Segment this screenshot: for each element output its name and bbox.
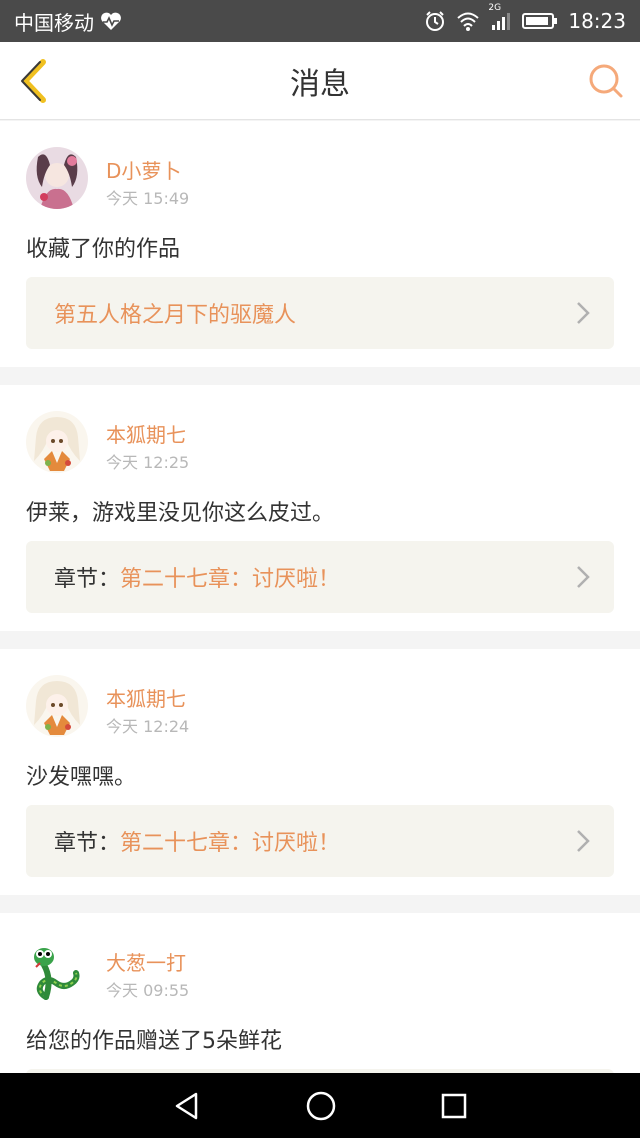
avatar[interactable] xyxy=(26,147,88,209)
work-title: 第五人格之月下的驱魔人 xyxy=(54,303,297,328)
avatar[interactable] xyxy=(26,675,88,737)
chapter-prefix: 章节： xyxy=(54,831,121,856)
username[interactable]: 本狐期七 xyxy=(106,419,186,448)
message-text: 沙发嘿嘿。 xyxy=(26,765,137,790)
home-circle-icon[interactable] xyxy=(305,1090,337,1122)
chapter-prefix: 章节： xyxy=(54,567,121,592)
message-text: 伊莱，游戏里没见你这么皮过。 xyxy=(26,501,335,526)
username[interactable]: 本狐期七 xyxy=(106,683,186,712)
message-card: 本狐期七 今天 12:24 沙发嘿嘿。 章节： 第二十七章：讨厌啦！ xyxy=(0,649,640,895)
message-text: 收藏了你的作品 xyxy=(26,237,181,262)
recents-square-icon[interactable] xyxy=(440,1092,468,1120)
heart-rate-icon xyxy=(100,11,122,31)
message-card: 本狐期七 今天 12:25 伊莱，游戏里没见你这么皮过。 章节： 第二十七章：讨… xyxy=(0,385,640,631)
battery-icon xyxy=(522,12,558,30)
message-card: D小萝卜 今天 15:49 收藏了你的作品 第五人格之月下的驱魔人 xyxy=(0,121,640,367)
signal-icon: 2G xyxy=(488,3,512,31)
system-nav-bar xyxy=(0,1073,640,1138)
chevron-right-icon xyxy=(577,302,590,324)
timestamp: 今天 15:49 xyxy=(106,189,190,208)
work-link[interactable]: 第五人格之月下的驱魔人 xyxy=(26,277,614,349)
message-card: 大葱一打 今天 09:55 给您的作品赠送了5朵鲜花 xyxy=(0,913,640,1073)
timestamp: 今天 09:55 xyxy=(106,981,190,1000)
message-text: 给您的作品赠送了5朵鲜花 xyxy=(26,1029,282,1054)
timestamp: 今天 12:24 xyxy=(106,717,190,736)
clock-label: 18:23 xyxy=(568,9,626,33)
username[interactable]: 大葱一打 xyxy=(106,947,186,976)
chevron-right-icon xyxy=(577,566,590,588)
page-title: 消息 xyxy=(290,67,350,102)
search-button[interactable] xyxy=(586,61,626,101)
search-icon xyxy=(589,64,623,98)
alarm-icon xyxy=(424,10,446,32)
avatar[interactable] xyxy=(26,411,88,473)
timestamp: 今天 12:25 xyxy=(106,453,190,472)
chapter-link[interactable]: 章节： 第二十七章：讨厌啦！ xyxy=(26,805,614,877)
chapter-link[interactable]: 章节： 第二十七章：讨厌啦！ xyxy=(26,541,614,613)
status-bar: 中国移动 2G 18:23 xyxy=(0,0,640,42)
chapter-title: 第二十七章：讨厌啦！ xyxy=(120,831,341,856)
network-type-label: 2G xyxy=(488,3,502,13)
wifi-icon xyxy=(456,11,480,31)
chapter-title: 第二十七章：讨厌啦！ xyxy=(120,567,341,592)
chevron-right-icon xyxy=(577,830,590,852)
avatar[interactable] xyxy=(26,939,88,1001)
back-triangle-icon[interactable] xyxy=(172,1091,202,1121)
carrier-label: 中国移动 xyxy=(14,10,94,35)
header-bar: 消息 xyxy=(0,42,640,120)
username[interactable]: D小萝卜 xyxy=(106,155,181,184)
message-list[interactable]: D小萝卜 今天 15:49 收藏了你的作品 第五人格之月下的驱魔人 本狐期七 今… xyxy=(0,121,640,1073)
